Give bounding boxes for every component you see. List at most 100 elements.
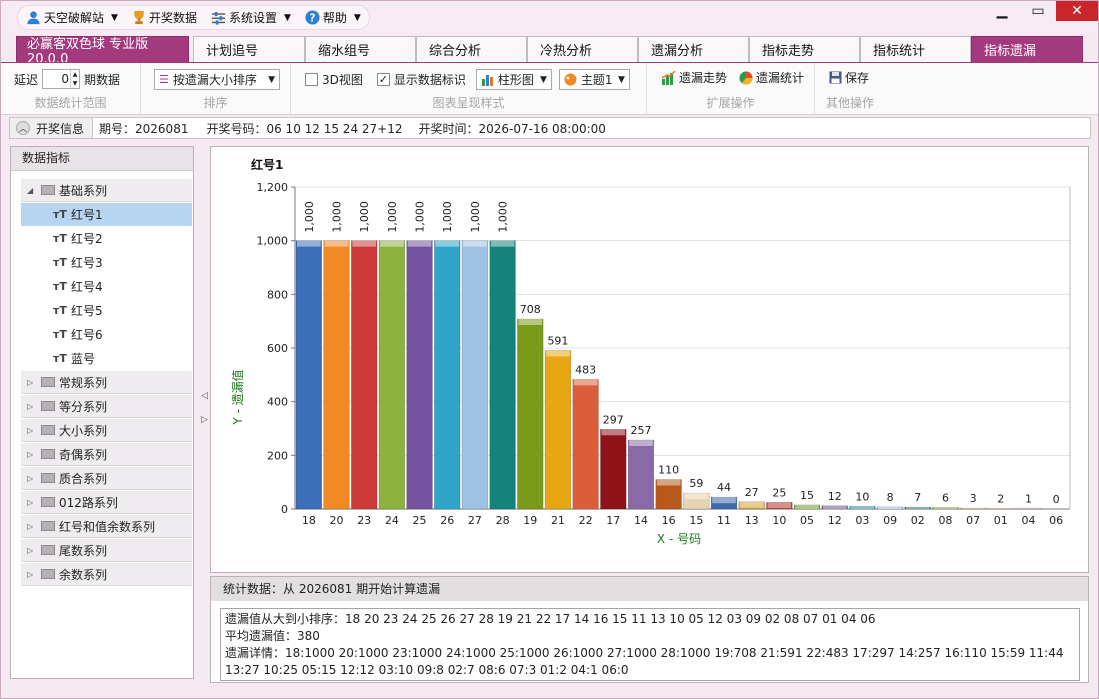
y-tick-label: 400 (267, 396, 288, 409)
menu-settings[interactable]: 系统设置 ▼ (211, 9, 291, 26)
bar-value-label: 8 (887, 491, 894, 504)
bar (517, 318, 544, 510)
tree-leaf[interactable]: ᴛT 红号1 (21, 203, 192, 226)
tab-shrink-combo[interactable]: 缩水组号 (305, 36, 416, 62)
user-icon (27, 11, 40, 25)
save-button[interactable]: 保存 (829, 69, 869, 86)
bar-highlight (684, 493, 709, 500)
bar (295, 240, 322, 510)
bar-highlight (795, 504, 819, 509)
x-tick-label: 26 (440, 514, 454, 527)
bar-value-label: 1,000 (441, 201, 454, 233)
show-labels-label: 显示数据标识 (393, 73, 466, 87)
menu-help-label: 帮助 (322, 11, 347, 25)
chevron-left-icon[interactable]: ◁ (201, 391, 208, 401)
chevron-down-icon: ▼ (539, 74, 547, 85)
tab-plan-tracking[interactable]: 计划追号 (193, 36, 305, 62)
collapsed-icon[interactable]: ▷ (27, 450, 39, 459)
maximize-button[interactable]: ▭ (1020, 1, 1056, 21)
folder-icon (41, 377, 55, 387)
help-icon: ? (305, 10, 320, 25)
tree-leaf[interactable]: ᴛT 红号3 (21, 251, 192, 274)
tab-comprehensive[interactable]: 综合分析 (416, 36, 527, 62)
stats-detail-line-2: 13:27 10:25 05:15 12:12 03:10 09:8 02:7 … (225, 663, 629, 677)
bar-highlight (629, 440, 653, 447)
tree-group[interactable]: ▷ 012路系列 (21, 491, 192, 514)
svg-text:?: ? (309, 12, 315, 24)
stepper-arrows-icon[interactable]: ▲ ▼ (70, 70, 79, 88)
collapsed-icon[interactable]: ▷ (27, 426, 39, 435)
tree-group[interactable]: ▷ 余数系列 (21, 563, 192, 586)
tab-hot-cold[interactable]: 冷热分析 (527, 36, 638, 62)
bar-highlight (822, 505, 847, 509)
tree-leaf[interactable]: ᴛT 红号5 (21, 299, 192, 322)
tree-group[interactable]: ▷ 常规系列 (21, 371, 192, 394)
collapsed-icon[interactable]: ▷ (27, 378, 39, 387)
close-button[interactable]: ✕ (1056, 1, 1098, 21)
tree-group[interactable]: ▷ 奇偶系列 (21, 443, 192, 466)
stats-detail-line: 遗漏详情：18:1000 20:1000 23:1000 24:1000 25:… (225, 646, 1064, 660)
collapsed-icon[interactable]: ▷ (27, 474, 39, 483)
x-tick-label: 12 (828, 514, 842, 527)
menu-lottery-data[interactable]: 开奖数据 (132, 9, 197, 26)
tab-omission[interactable]: 遗漏分析 (638, 36, 749, 62)
panel-splitter[interactable]: ◁ ▷ (200, 381, 210, 441)
theme-dropdown[interactable]: 主题1 ▼ (558, 69, 630, 90)
tree-leaf[interactable]: ᴛT 红号6 (21, 323, 192, 346)
delay-unit: 期数据 (84, 72, 121, 87)
collapsed-icon[interactable]: ▷ (27, 402, 39, 411)
indicator-icon: ᴛT (53, 208, 67, 221)
draw-info-bar: ︿ 开奖信息 期号：2026081 开奖号码：06 10 12 15 24 27… (9, 117, 1091, 139)
3d-view-checkbox[interactable] (305, 73, 318, 86)
ribbon-group-other: 保存 其他操作 (815, 63, 885, 115)
tree-group[interactable]: ▷ 等分系列 (21, 395, 192, 418)
tab-app-title[interactable]: 必赢客双色球 专业版 20.0.0 (16, 36, 189, 67)
tree-leaf-label: 红号4 (71, 280, 103, 294)
tab-indicator-omission[interactable]: 指标遗漏 (971, 36, 1083, 62)
menu-user[interactable]: 天空破解站 ▼ (26, 9, 118, 26)
chart-title: 红号1 (251, 157, 283, 172)
bar-chart-icon (481, 75, 493, 86)
bar-value-label: 591 (547, 334, 568, 347)
maximize-icon: ▭ (1031, 3, 1045, 19)
show-labels-checkbox[interactable]: ✓ (376, 73, 390, 86)
ribbon-group-label: 扩展操作 (706, 96, 755, 110)
delay-value: 0 (61, 72, 70, 86)
tree-group[interactable]: ▷ 质合系列 (21, 467, 192, 490)
tab-indicator-trend[interactable]: 指标走势 (749, 36, 860, 62)
tree-group[interactable]: ▷ 大小系列 (21, 419, 192, 442)
indicator-tree-header: 数据指标 (11, 147, 193, 171)
tree-leaf[interactable]: ᴛT 蓝号 (21, 347, 192, 370)
title-bar: 天空破解站 ▼ 开奖数据 系统设置 ▼ ? 帮助 ▼ ▁ ▭ ✕ (1, 1, 1098, 34)
sort-dropdown[interactable]: ☰ 按遗漏大小排序 ▼ (154, 69, 280, 90)
tree-leaf-label: 红号2 (71, 232, 103, 246)
tree-group[interactable]: ▷ 尾数系列 (21, 539, 192, 562)
chart-type-dropdown[interactable]: 柱形图 ▼ (475, 69, 552, 90)
tab-indicator-stats[interactable]: 指标统计 (860, 36, 971, 62)
minimize-button[interactable]: ▁ (984, 1, 1020, 21)
collapsed-icon[interactable]: ▷ (27, 522, 39, 531)
tree-group[interactable]: ◢ 基础系列 (21, 179, 192, 202)
menu-help[interactable]: ? 帮助 ▼ (305, 9, 361, 26)
bar-value-label: 483 (575, 363, 596, 376)
indicator-icon: ᴛT (53, 256, 67, 269)
tree-leaf[interactable]: ᴛT 红号4 (21, 275, 192, 298)
bar-value-label: 257 (630, 424, 651, 437)
tree-group[interactable]: ▷ 红号和值余数系列 (21, 515, 192, 538)
x-tick-label: 05 (800, 514, 814, 527)
collapsed-icon[interactable]: ▷ (27, 498, 39, 507)
chevron-right-icon[interactable]: ▷ (201, 415, 208, 425)
x-tick-label: 15 (689, 514, 703, 527)
omission-stats-button[interactable]: 遗漏统计 (739, 69, 804, 86)
omission-trend-button[interactable]: 遗漏走势 (661, 69, 727, 86)
delay-stepper[interactable]: 0 ▲ ▼ (42, 69, 81, 89)
bar-highlight (463, 240, 487, 247)
draw-info-toggle[interactable]: ︿ 开奖信息 (10, 118, 94, 138)
tree-leaf[interactable]: ᴛT 红号2 (21, 227, 192, 250)
period-text: 期号：2026081 (99, 121, 189, 136)
minimize-icon: ▁ (996, 3, 1008, 19)
expanded-icon[interactable]: ◢ (27, 186, 39, 195)
collapsed-icon[interactable]: ▷ (27, 546, 39, 555)
x-tick-label: 25 (413, 514, 427, 527)
collapsed-icon[interactable]: ▷ (27, 570, 39, 579)
